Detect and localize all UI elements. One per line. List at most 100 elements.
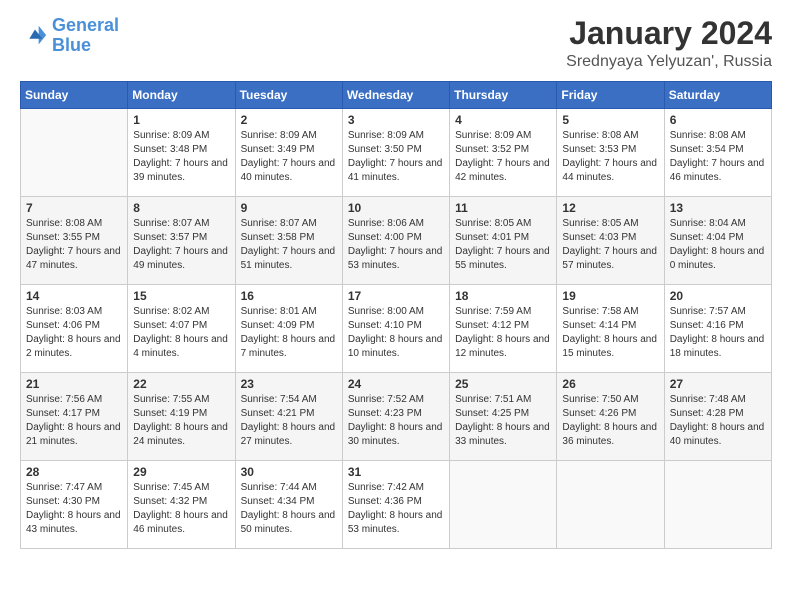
day-number: 7 [26, 201, 122, 215]
day-number: 10 [348, 201, 444, 215]
calendar-cell: 15 Sunrise: 8:02 AM Sunset: 4:07 PM Dayl… [128, 285, 235, 373]
calendar-cell: 16 Sunrise: 8:01 AM Sunset: 4:09 PM Dayl… [235, 285, 342, 373]
sunset-text: Sunset: 3:52 PM [455, 144, 529, 155]
calendar-table: SundayMondayTuesdayWednesdayThursdayFrid… [20, 81, 772, 549]
calendar-day-header: Tuesday [235, 82, 342, 109]
calendar-cell: 7 Sunrise: 8:08 AM Sunset: 3:55 PM Dayli… [21, 197, 128, 285]
logo: General Blue [20, 16, 119, 56]
daylight-text: Daylight: 7 hours and 57 minutes. [562, 246, 657, 271]
day-number: 13 [670, 201, 766, 215]
day-info: Sunrise: 7:42 AM Sunset: 4:36 PM Dayligh… [348, 481, 444, 537]
day-info: Sunrise: 8:09 AM Sunset: 3:52 PM Dayligh… [455, 129, 551, 185]
day-info: Sunrise: 8:02 AM Sunset: 4:07 PM Dayligh… [133, 305, 229, 361]
sunset-text: Sunset: 3:50 PM [348, 144, 422, 155]
day-info: Sunrise: 8:08 AM Sunset: 3:54 PM Dayligh… [670, 129, 766, 185]
sunset-text: Sunset: 4:07 PM [133, 320, 207, 331]
main-title: January 2024 [566, 16, 772, 51]
day-info: Sunrise: 8:07 AM Sunset: 3:58 PM Dayligh… [241, 217, 337, 273]
daylight-text: Daylight: 8 hours and 36 minutes. [562, 422, 657, 447]
day-number: 24 [348, 377, 444, 391]
sunset-text: Sunset: 4:09 PM [241, 320, 315, 331]
sunset-text: Sunset: 4:00 PM [348, 232, 422, 243]
day-number: 18 [455, 289, 551, 303]
daylight-text: Daylight: 8 hours and 0 minutes. [670, 246, 765, 271]
calendar-cell: 2 Sunrise: 8:09 AM Sunset: 3:49 PM Dayli… [235, 109, 342, 197]
day-number: 15 [133, 289, 229, 303]
calendar-day-header: Monday [128, 82, 235, 109]
day-number: 5 [562, 113, 658, 127]
sunrise-text: Sunrise: 7:55 AM [133, 394, 209, 405]
calendar-week-row: 7 Sunrise: 8:08 AM Sunset: 3:55 PM Dayli… [21, 197, 772, 285]
day-number: 20 [670, 289, 766, 303]
day-info: Sunrise: 7:47 AM Sunset: 4:30 PM Dayligh… [26, 481, 122, 537]
daylight-text: Daylight: 8 hours and 50 minutes. [241, 510, 336, 535]
calendar-cell: 1 Sunrise: 8:09 AM Sunset: 3:48 PM Dayli… [128, 109, 235, 197]
day-number: 16 [241, 289, 337, 303]
day-number: 21 [26, 377, 122, 391]
sunrise-text: Sunrise: 7:51 AM [455, 394, 531, 405]
day-number: 14 [26, 289, 122, 303]
day-number: 8 [133, 201, 229, 215]
sunset-text: Sunset: 4:03 PM [562, 232, 636, 243]
sunrise-text: Sunrise: 8:09 AM [241, 130, 317, 141]
daylight-text: Daylight: 7 hours and 42 minutes. [455, 158, 550, 183]
day-info: Sunrise: 8:00 AM Sunset: 4:10 PM Dayligh… [348, 305, 444, 361]
daylight-text: Daylight: 8 hours and 30 minutes. [348, 422, 443, 447]
daylight-text: Daylight: 7 hours and 40 minutes. [241, 158, 336, 183]
day-number: 31 [348, 465, 444, 479]
day-info: Sunrise: 7:45 AM Sunset: 4:32 PM Dayligh… [133, 481, 229, 537]
calendar-cell: 25 Sunrise: 7:51 AM Sunset: 4:25 PM Dayl… [450, 373, 557, 461]
day-info: Sunrise: 7:51 AM Sunset: 4:25 PM Dayligh… [455, 393, 551, 449]
calendar-cell: 27 Sunrise: 7:48 AM Sunset: 4:28 PM Dayl… [664, 373, 771, 461]
title-section: January 2024 Srednyaya Yelyuzan', Russia [566, 16, 772, 71]
calendar-cell: 26 Sunrise: 7:50 AM Sunset: 4:26 PM Dayl… [557, 373, 664, 461]
calendar-week-row: 28 Sunrise: 7:47 AM Sunset: 4:30 PM Dayl… [21, 461, 772, 549]
daylight-text: Daylight: 8 hours and 18 minutes. [670, 334, 765, 359]
sunset-text: Sunset: 4:10 PM [348, 320, 422, 331]
sunrise-text: Sunrise: 8:05 AM [562, 218, 638, 229]
day-number: 4 [455, 113, 551, 127]
day-number: 11 [455, 201, 551, 215]
day-info: Sunrise: 8:08 AM Sunset: 3:53 PM Dayligh… [562, 129, 658, 185]
sunrise-text: Sunrise: 7:54 AM [241, 394, 317, 405]
daylight-text: Daylight: 8 hours and 10 minutes. [348, 334, 443, 359]
calendar-cell: 31 Sunrise: 7:42 AM Sunset: 4:36 PM Dayl… [342, 461, 449, 549]
day-info: Sunrise: 8:09 AM Sunset: 3:49 PM Dayligh… [241, 129, 337, 185]
day-info: Sunrise: 7:58 AM Sunset: 4:14 PM Dayligh… [562, 305, 658, 361]
day-info: Sunrise: 7:52 AM Sunset: 4:23 PM Dayligh… [348, 393, 444, 449]
sunrise-text: Sunrise: 8:09 AM [348, 130, 424, 141]
sunrise-text: Sunrise: 7:42 AM [348, 482, 424, 493]
daylight-text: Daylight: 8 hours and 7 minutes. [241, 334, 336, 359]
daylight-text: Daylight: 7 hours and 39 minutes. [133, 158, 228, 183]
day-info: Sunrise: 8:09 AM Sunset: 3:50 PM Dayligh… [348, 129, 444, 185]
sunset-text: Sunset: 4:19 PM [133, 408, 207, 419]
calendar-cell: 11 Sunrise: 8:05 AM Sunset: 4:01 PM Dayl… [450, 197, 557, 285]
daylight-text: Daylight: 8 hours and 24 minutes. [133, 422, 228, 447]
sunrise-text: Sunrise: 7:50 AM [562, 394, 638, 405]
sunrise-text: Sunrise: 8:06 AM [348, 218, 424, 229]
logo-text: General Blue [52, 16, 119, 56]
sunrise-text: Sunrise: 8:07 AM [241, 218, 317, 229]
sunrise-text: Sunrise: 8:05 AM [455, 218, 531, 229]
calendar-cell: 24 Sunrise: 7:52 AM Sunset: 4:23 PM Dayl… [342, 373, 449, 461]
sunset-text: Sunset: 4:32 PM [133, 496, 207, 507]
sunset-text: Sunset: 3:58 PM [241, 232, 315, 243]
calendar-cell: 14 Sunrise: 8:03 AM Sunset: 4:06 PM Dayl… [21, 285, 128, 373]
sunrise-text: Sunrise: 8:04 AM [670, 218, 746, 229]
sunrise-text: Sunrise: 8:08 AM [26, 218, 102, 229]
sunrise-text: Sunrise: 7:58 AM [562, 306, 638, 317]
daylight-text: Daylight: 8 hours and 43 minutes. [26, 510, 121, 535]
sunset-text: Sunset: 4:26 PM [562, 408, 636, 419]
sunset-text: Sunset: 4:30 PM [26, 496, 100, 507]
sunrise-text: Sunrise: 8:01 AM [241, 306, 317, 317]
daylight-text: Daylight: 7 hours and 46 minutes. [670, 158, 765, 183]
day-info: Sunrise: 7:59 AM Sunset: 4:12 PM Dayligh… [455, 305, 551, 361]
day-info: Sunrise: 8:04 AM Sunset: 4:04 PM Dayligh… [670, 217, 766, 273]
calendar-week-row: 21 Sunrise: 7:56 AM Sunset: 4:17 PM Dayl… [21, 373, 772, 461]
sunrise-text: Sunrise: 8:08 AM [562, 130, 638, 141]
calendar-cell: 9 Sunrise: 8:07 AM Sunset: 3:58 PM Dayli… [235, 197, 342, 285]
calendar-week-row: 1 Sunrise: 8:09 AM Sunset: 3:48 PM Dayli… [21, 109, 772, 197]
sunrise-text: Sunrise: 8:02 AM [133, 306, 209, 317]
day-info: Sunrise: 8:06 AM Sunset: 4:00 PM Dayligh… [348, 217, 444, 273]
day-info: Sunrise: 8:07 AM Sunset: 3:57 PM Dayligh… [133, 217, 229, 273]
